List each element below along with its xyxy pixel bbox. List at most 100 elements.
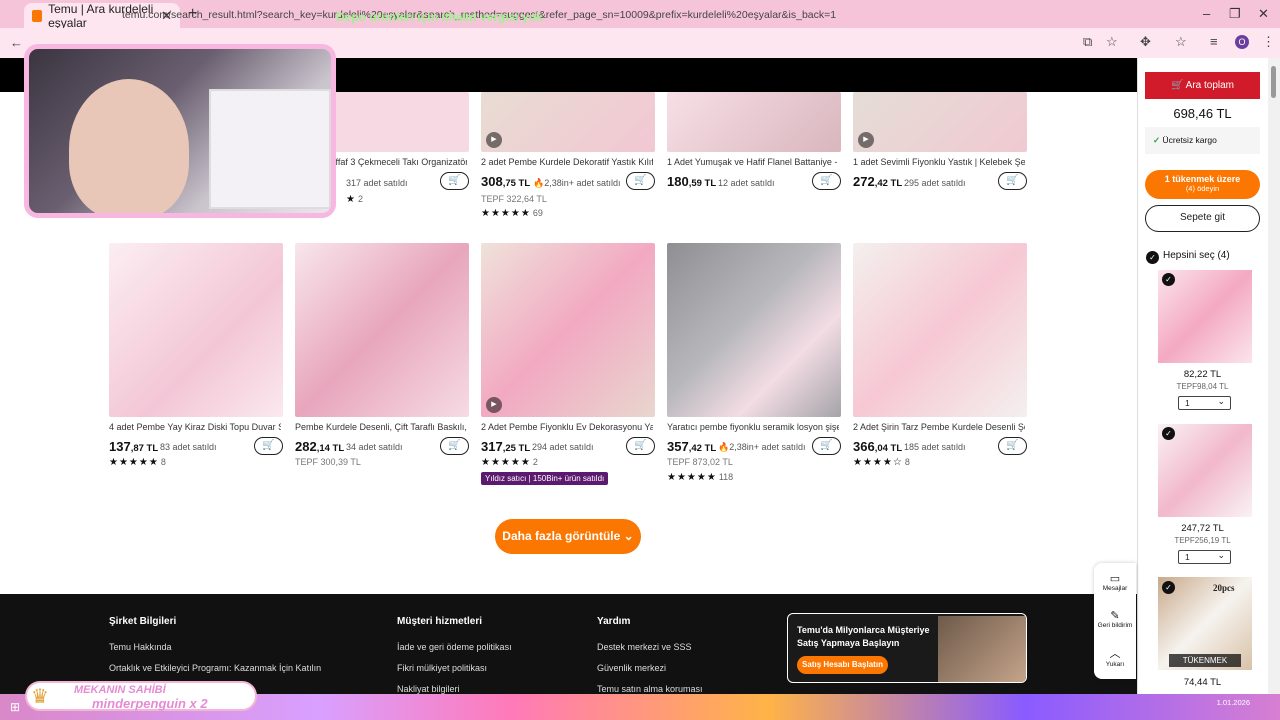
item-check-icon[interactable]: ✓ bbox=[1162, 427, 1175, 440]
add-to-cart-button[interactable]: 🛒 bbox=[626, 172, 655, 190]
checkout-button[interactable]: 1 tükenmek üzere (4) ödeyin bbox=[1145, 170, 1260, 199]
sold-count: 294 adet satıldı bbox=[532, 442, 594, 452]
play-icon[interactable]: ▶ bbox=[486, 397, 502, 413]
footer-link[interactable]: Ortaklık ve Etkileyici Programı: Kazanma… bbox=[109, 663, 321, 673]
profile-avatar[interactable]: O bbox=[1235, 35, 1249, 49]
product-image[interactable]: ▶ bbox=[853, 92, 1027, 152]
quantity-select[interactable]: 1 bbox=[1178, 395, 1231, 410]
fire-icon: 🔥 bbox=[533, 178, 545, 188]
sold-count: 34 adet satıldı bbox=[346, 442, 403, 452]
add-to-cart-button[interactable]: 🛒 bbox=[440, 437, 469, 455]
add-to-cart-button[interactable]: 🛒 bbox=[812, 172, 841, 190]
footer-service-title: Müşteri hizmetleri bbox=[397, 616, 483, 627]
cart-item-price: 82,22 TL bbox=[1183, 369, 1222, 380]
footer-link[interactable]: Temu satın alma koruması bbox=[597, 684, 703, 694]
select-all-check-icon[interactable]: ✓ bbox=[1146, 251, 1159, 264]
product-price: 357,42 TL bbox=[667, 439, 717, 454]
rating-stars: ★★★★★ 118 bbox=[667, 472, 734, 483]
rating-count: 8 bbox=[904, 457, 910, 467]
product-title[interactable]: 2 adet Pembe Kurdele Dekoratif Yastık Kı… bbox=[481, 157, 653, 167]
product-title[interactable]: 4 adet Pembe Yay Kiraz Diski Topu Duvar … bbox=[109, 422, 281, 432]
reference-price: TEPF 873,02 TL bbox=[667, 457, 733, 467]
show-more-button[interactable]: Daha fazla görüntüle ⌄ bbox=[495, 519, 641, 554]
product-title[interactable]: 2 Adet Şirin Tarz Pembe Kurdele Desenli … bbox=[853, 422, 1025, 432]
product-image[interactable]: ▶ bbox=[481, 92, 655, 152]
product-title[interactable]: 1 adet Sevimli Fiyonklu Yastık | Kelebek… bbox=[853, 157, 1025, 167]
sold-count: 🔥2,38in+ adet satıldı bbox=[533, 178, 621, 188]
play-icon[interactable]: ▶ bbox=[486, 132, 502, 148]
install-app-icon[interactable]: ⧉ bbox=[1083, 34, 1092, 50]
sidebar-scrollbar[interactable] bbox=[1268, 58, 1280, 694]
sold-count: 317 adet satıldı bbox=[346, 178, 408, 188]
temu-favicon-icon bbox=[32, 9, 43, 22]
extensions-icon[interactable]: ✥ bbox=[1140, 34, 1151, 50]
footer-link[interactable]: İade ve geri ödeme politikası bbox=[397, 642, 512, 652]
item-check-icon[interactable]: ✓ bbox=[1162, 273, 1175, 286]
seller-promo[interactable]: Temu'da Milyonlarca Müşteriye Satış Yapm… bbox=[787, 613, 1027, 683]
add-to-cart-button[interactable]: 🛒 bbox=[998, 172, 1027, 190]
subscriber-title: MEKANIN SAHİBİ bbox=[74, 684, 166, 696]
reference-price: TEPF 300,39 TL bbox=[295, 457, 361, 467]
restore-icon[interactable]: ❐ bbox=[1229, 6, 1241, 22]
seller-promo-text: Temu'da Milyonlarca Müşteriye Satış Yapm… bbox=[797, 625, 930, 648]
crown-icon: ♛ bbox=[31, 686, 49, 708]
feedback-button[interactable]: ✎ Geri bildirim bbox=[1094, 609, 1136, 629]
subtotal-amount: 698,46 TL bbox=[1173, 106, 1232, 121]
go-to-cart-button[interactable]: Sepete git bbox=[1145, 205, 1260, 232]
messages-button[interactable]: ▭ Mesajlar bbox=[1094, 572, 1136, 592]
play-icon[interactable]: ▶ bbox=[858, 132, 874, 148]
windows-start-icon[interactable]: ⊞ bbox=[10, 700, 20, 714]
cart-item-ref-price: TEPF256,19 TL bbox=[1174, 536, 1231, 545]
media-control-icon[interactable]: ≡ bbox=[1210, 34, 1218, 49]
fire-icon: 🔥 bbox=[718, 442, 730, 452]
message-icon: ▭ bbox=[1109, 573, 1121, 585]
quantity-select[interactable]: 1 bbox=[1178, 549, 1231, 564]
cart-item-price: 247,72 TL bbox=[1181, 523, 1224, 534]
product-title[interactable]: Yaratıcı pembe fiyonklu seramik losyon ş… bbox=[667, 422, 839, 432]
pc-case-image bbox=[209, 89, 331, 209]
rating-stars: ★★★★★ 2 bbox=[481, 457, 538, 468]
reference-price: TEPF 322,64 TL bbox=[481, 194, 547, 204]
product-image[interactable] bbox=[853, 243, 1027, 417]
sold-count: 295 adet satıldı bbox=[904, 178, 966, 188]
footer-link[interactable]: Destek merkezi ve SSS bbox=[597, 642, 692, 652]
minimize-icon[interactable]: – bbox=[1203, 6, 1210, 21]
footer-link[interactable]: Temu Hakkında bbox=[109, 642, 172, 652]
back-icon[interactable]: ← bbox=[10, 35, 23, 50]
add-to-cart-button[interactable]: 🛒 bbox=[812, 437, 841, 455]
product-title[interactable]: Pembe Kurdele Desenli, Çift Taraflı Bask… bbox=[295, 422, 467, 432]
menu-icon[interactable]: ⋮ bbox=[1262, 34, 1275, 50]
sold-count: 185 adet satıldı bbox=[904, 442, 966, 452]
rating-stars: ★★★★☆ 8 bbox=[853, 457, 910, 468]
start-seller-button[interactable]: Satış Hesabı Başlatın bbox=[797, 656, 888, 674]
heart-icon: ♥ bbox=[169, 209, 180, 213]
product-price: 272,42 TL bbox=[853, 174, 903, 189]
add-to-cart-button[interactable]: 🛒 bbox=[998, 437, 1027, 455]
product-image[interactable] bbox=[295, 243, 469, 417]
footer-link[interactable]: Nakliyat bilgileri bbox=[397, 684, 460, 694]
close-window-icon[interactable]: ✕ bbox=[1258, 6, 1269, 22]
item-check-icon[interactable]: ✓ bbox=[1162, 581, 1175, 594]
chevron-up-icon: ︿ bbox=[1109, 648, 1121, 660]
product-image[interactable] bbox=[667, 92, 841, 152]
product-title[interactable]: 2 Adet Pembe Fiyonklu Ev Dekorasyonu Yas… bbox=[481, 422, 653, 432]
bookmark-star-icon[interactable]: ☆ bbox=[1106, 34, 1118, 50]
rating-stars: ★★★★★ 8 bbox=[109, 457, 166, 468]
product-price: 282,14 TL bbox=[295, 439, 345, 454]
footer-link[interactable]: Güvenlik merkezi bbox=[597, 663, 666, 673]
select-all-label[interactable]: Hepsini seç (4) bbox=[1163, 250, 1230, 261]
favorites-icon[interactable]: ☆ bbox=[1175, 34, 1187, 50]
add-to-cart-button[interactable]: 🛒 bbox=[626, 437, 655, 455]
product-image[interactable] bbox=[109, 243, 283, 417]
rating-count: 8 bbox=[160, 457, 166, 467]
footer-link[interactable]: Fikri mülkiyet politikası bbox=[397, 663, 487, 673]
check-icon: ✓ bbox=[1153, 135, 1161, 145]
product-image[interactable]: ▶ bbox=[481, 243, 655, 417]
add-to-cart-button[interactable]: 🛒 bbox=[254, 437, 283, 455]
back-to-top-button[interactable]: ︿ Yukarı bbox=[1094, 645, 1136, 668]
subscriber-alert: ♛ MEKANIN SAHİBİ minderpenguin x 2 bbox=[25, 681, 257, 711]
product-title[interactable]: 1 Adet Yumuşak ve Hafif Flanel Battaniye… bbox=[667, 157, 839, 167]
url-field[interactable]: temu.com/search_result.html?search_key=k… bbox=[102, 4, 1132, 26]
product-image[interactable] bbox=[667, 243, 841, 417]
add-to-cart-button[interactable]: 🛒 bbox=[440, 172, 469, 190]
